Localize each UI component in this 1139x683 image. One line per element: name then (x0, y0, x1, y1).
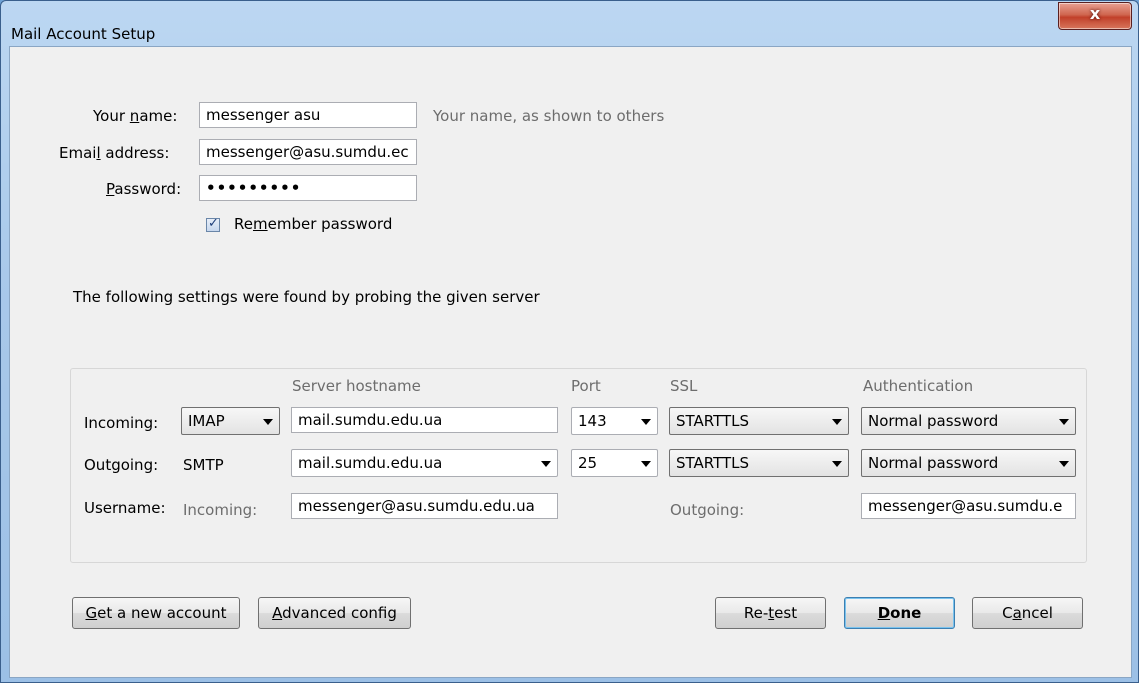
chevron-down-icon (641, 461, 651, 467)
remember-password-checkbox[interactable]: ✓ (206, 216, 220, 232)
dialog-body: Your name: messenger asu Your name, as s… (9, 46, 1132, 678)
incoming-label: Incoming: (84, 414, 159, 432)
name-input[interactable]: messenger asu (199, 102, 417, 128)
password-label: Password: (106, 180, 182, 198)
password-input[interactable]: ••••••••• (199, 175, 417, 201)
chevron-down-icon (832, 419, 842, 425)
server-settings-group: Server hostname Port SSL Authentication … (70, 368, 1087, 563)
incoming-port-select[interactable]: 143 (571, 407, 658, 435)
outgoing-protocol: SMTP (183, 456, 224, 474)
outgoing-hostname-select[interactable]: mail.sumdu.edu.ua (291, 449, 558, 477)
close-icon: x (1089, 4, 1101, 23)
chevron-down-icon (1059, 461, 1069, 467)
retest-button[interactable]: Re-test (715, 597, 826, 629)
header-authentication: Authentication (863, 377, 974, 395)
name-label: Your name: (93, 107, 178, 125)
probe-message: The following settings were found by pro… (73, 288, 540, 306)
chevron-down-icon (541, 461, 551, 467)
outgoing-auth-select[interactable]: Normal password (861, 449, 1076, 477)
chevron-down-icon (263, 419, 273, 425)
email-label: Email address: (59, 144, 170, 162)
chevron-down-icon (1059, 419, 1069, 425)
chevron-down-icon (832, 461, 842, 467)
checkmark-icon: ✓ (208, 216, 219, 231)
username-incoming-label: Incoming: (183, 501, 258, 519)
close-button[interactable]: x (1058, 2, 1132, 30)
username-outgoing-label: Outgoing: (670, 501, 745, 519)
incoming-protocol-select[interactable]: IMAP (181, 407, 280, 435)
email-input[interactable]: messenger@asu.sumdu.ec (199, 139, 417, 165)
window-title: Mail Account Setup (11, 25, 156, 43)
name-hint: Your name, as shown to others (433, 107, 665, 125)
remember-password-label[interactable]: Remember password (234, 215, 392, 233)
title-bar[interactable]: Mail Account Setup x (1, 1, 1138, 45)
chevron-down-icon (641, 419, 651, 425)
incoming-ssl-select[interactable]: STARTTLS (669, 407, 849, 435)
get-new-account-button[interactable]: Get a new account (72, 597, 240, 629)
username-label: Username: (84, 499, 166, 517)
outgoing-username-input[interactable]: messenger@asu.sumdu.e (861, 493, 1076, 519)
done-button[interactable]: Done (844, 597, 955, 629)
incoming-hostname-input[interactable]: mail.sumdu.edu.ua (291, 407, 558, 433)
outgoing-ssl-select[interactable]: STARTTLS (669, 449, 849, 477)
outgoing-port-select[interactable]: 25 (571, 449, 658, 477)
mail-account-setup-window: Mail Account Setup x Your name: messenge… (0, 0, 1139, 683)
cancel-button[interactable]: Cancel (972, 597, 1083, 629)
outgoing-label: Outgoing: (84, 456, 159, 474)
incoming-auth-select[interactable]: Normal password (861, 407, 1076, 435)
incoming-username-input[interactable]: messenger@asu.sumdu.edu.ua (291, 493, 558, 519)
header-port: Port (571, 377, 601, 395)
advanced-config-button[interactable]: Advanced config (258, 597, 411, 629)
header-ssl: SSL (670, 377, 698, 395)
header-hostname: Server hostname (292, 377, 421, 395)
